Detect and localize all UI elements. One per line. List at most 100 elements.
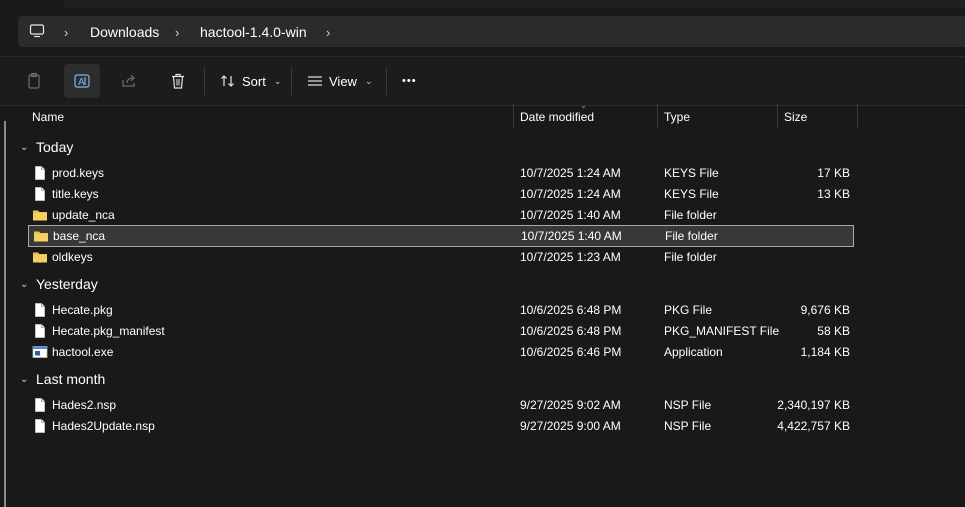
more-icon: ••• — [402, 75, 417, 87]
file-size: 9,676 KB — [800, 303, 850, 317]
file-name: base_nca — [53, 229, 106, 243]
file-date-modified: 10/7/2025 1:24 AM — [520, 187, 621, 201]
folder-icon — [33, 228, 49, 244]
group-label: Yesterday — [36, 276, 98, 292]
file-row[interactable]: Hecate.pkg 10/6/2025 6:48 PM PKG File 9,676… — [28, 300, 854, 320]
view-label: View — [329, 73, 357, 89]
file-type: File folder — [665, 229, 718, 243]
chevron-right-icon[interactable]: › — [64, 25, 68, 40]
file-name: update_nca — [52, 208, 115, 222]
file-date-modified: 10/6/2025 6:48 PM — [520, 303, 622, 317]
breadcrumb-downloads[interactable]: Downloads — [90, 24, 159, 40]
group-header-today[interactable]: ⌄ Today — [20, 139, 73, 155]
share-icon — [122, 74, 135, 87]
file-row[interactable]: Hades2.nsp 9/27/2025 9:02 AM NSP File 2,340… — [28, 395, 854, 415]
chevron-down-icon: ⌄ — [273, 75, 282, 86]
file-name: prod.keys — [52, 166, 105, 180]
chevron-right-icon[interactable]: › — [175, 25, 179, 40]
column-header-row: Name Date modified Type Size — [0, 104, 965, 128]
sort-label: Sort — [242, 73, 266, 89]
file-type: File folder — [664, 250, 717, 264]
file-name: title.keys — [52, 187, 99, 201]
file-name: oldkeys — [52, 250, 93, 264]
group-header-last-month[interactable]: ⌄ Last month — [20, 371, 105, 387]
file-row[interactable]: title.keys 10/7/2025 1:24 AM KEYS File 13 K… — [28, 184, 854, 204]
folder-icon — [32, 249, 48, 265]
file-size: 1,184 KB — [800, 345, 850, 359]
file-date-modified: 10/7/2025 1:40 AM — [520, 208, 621, 222]
file-type: PKG_MANIFEST File — [664, 324, 780, 338]
command-bar: A Sort ⌄ View ⌄ ••• — [0, 56, 965, 106]
column-resize-handle[interactable] — [777, 104, 778, 128]
group-label: Today — [36, 139, 74, 155]
view-icon — [308, 76, 322, 86]
chevron-down-icon[interactable]: ⌄ — [20, 279, 30, 290]
file-date-modified: 10/6/2025 6:48 PM — [520, 324, 622, 338]
group-header-yesterday[interactable]: ⌄ Yesterday — [20, 276, 98, 292]
folder-row[interactable]: update_nca 10/7/2025 1:40 AM File folder — [28, 205, 854, 225]
file-size: 58 KB — [817, 324, 850, 338]
file-size: 13 KB — [817, 187, 850, 201]
share-button[interactable] — [111, 64, 147, 98]
rename-button[interactable]: A — [64, 64, 100, 98]
file-row[interactable]: hactool.exe 10/6/2025 6:46 PM Application 1… — [28, 342, 854, 362]
file-size: 17 KB — [817, 166, 850, 180]
this-pc-icon[interactable] — [29, 23, 45, 42]
column-resize-handle[interactable] — [657, 104, 658, 128]
file-name: hactool.exe — [52, 345, 114, 359]
see-more-button[interactable]: ••• — [402, 64, 417, 98]
file-name: Hades2Update.nsp — [52, 419, 155, 433]
file-date-modified: 10/7/2025 1:24 AM — [520, 166, 621, 180]
view-button[interactable]: View ⌄ — [307, 64, 373, 98]
file-row[interactable]: Hades2Update.nsp 9/27/2025 9:00 AM NSP Fil… — [28, 416, 854, 436]
column-header-type[interactable]: Type — [664, 110, 690, 124]
file-type: KEYS File — [664, 187, 719, 201]
file-icon — [32, 418, 48, 434]
column-header-date[interactable]: Date modified — [520, 110, 594, 124]
file-name: Hecate.pkg_manifest — [52, 324, 165, 338]
sort-button[interactable]: Sort ⌄ — [220, 64, 281, 98]
toolbar-divider — [386, 67, 387, 95]
chevron-down-icon[interactable]: ⌄ — [20, 142, 30, 153]
application-icon — [32, 344, 48, 360]
file-icon — [32, 302, 48, 318]
address-bar[interactable]: › Downloads › hactool-1.4.0-win › — [18, 16, 965, 47]
file-name: Hecate.pkg — [52, 303, 113, 317]
folder-row[interactable]: oldkeys 10/7/2025 1:23 AM File folder — [28, 247, 854, 267]
chevron-right-icon[interactable]: › — [326, 25, 330, 40]
folder-row[interactable]: base_nca 10/7/2025 1:40 AM File folder — [28, 225, 854, 247]
file-row[interactable]: prod.keys 10/7/2025 1:24 AM KEYS File 17 KB — [28, 163, 854, 183]
column-header-name[interactable]: Name — [32, 110, 64, 124]
sort-icon — [221, 75, 234, 87]
file-icon — [32, 186, 48, 202]
file-date-modified: 9/27/2025 9:02 AM — [520, 398, 621, 412]
paste-icon — [28, 72, 40, 89]
chevron-down-icon: ⌄ — [364, 75, 373, 86]
sort-indicator-icon: ⌄ — [580, 101, 587, 110]
trash-icon — [172, 73, 184, 89]
file-name: Hades2.nsp — [52, 398, 117, 412]
file-icon — [32, 165, 48, 181]
column-header-size[interactable]: Size — [784, 110, 807, 124]
file-type: KEYS File — [664, 166, 719, 180]
paste-button[interactable] — [16, 64, 52, 98]
toolbar-divider — [204, 67, 205, 95]
file-icon — [32, 397, 48, 413]
breadcrumb-current-folder[interactable]: hactool-1.4.0-win — [200, 24, 307, 40]
delete-button[interactable] — [160, 64, 196, 98]
column-resize-handle[interactable] — [857, 104, 858, 128]
file-icon — [32, 323, 48, 339]
title-bar-strip — [64, 0, 965, 8]
file-row[interactable]: Hecate.pkg_manifest 10/6/2025 6:48 PM PKG_… — [28, 321, 854, 341]
file-type: NSP File — [664, 419, 712, 433]
file-type: PKG File — [664, 303, 713, 317]
chevron-down-icon[interactable]: ⌄ — [20, 374, 30, 385]
navigation-pane-edge — [4, 121, 6, 507]
rename-icon: A — [74, 74, 90, 88]
file-date-modified: 10/7/2025 1:40 AM — [521, 229, 622, 243]
file-date-modified: 9/27/2025 9:00 AM — [520, 419, 621, 433]
file-type: File folder — [664, 208, 717, 222]
column-resize-handle[interactable] — [513, 104, 514, 128]
file-date-modified: 10/6/2025 6:46 PM — [520, 345, 622, 359]
file-size: 4,422,757 KB — [777, 419, 850, 433]
